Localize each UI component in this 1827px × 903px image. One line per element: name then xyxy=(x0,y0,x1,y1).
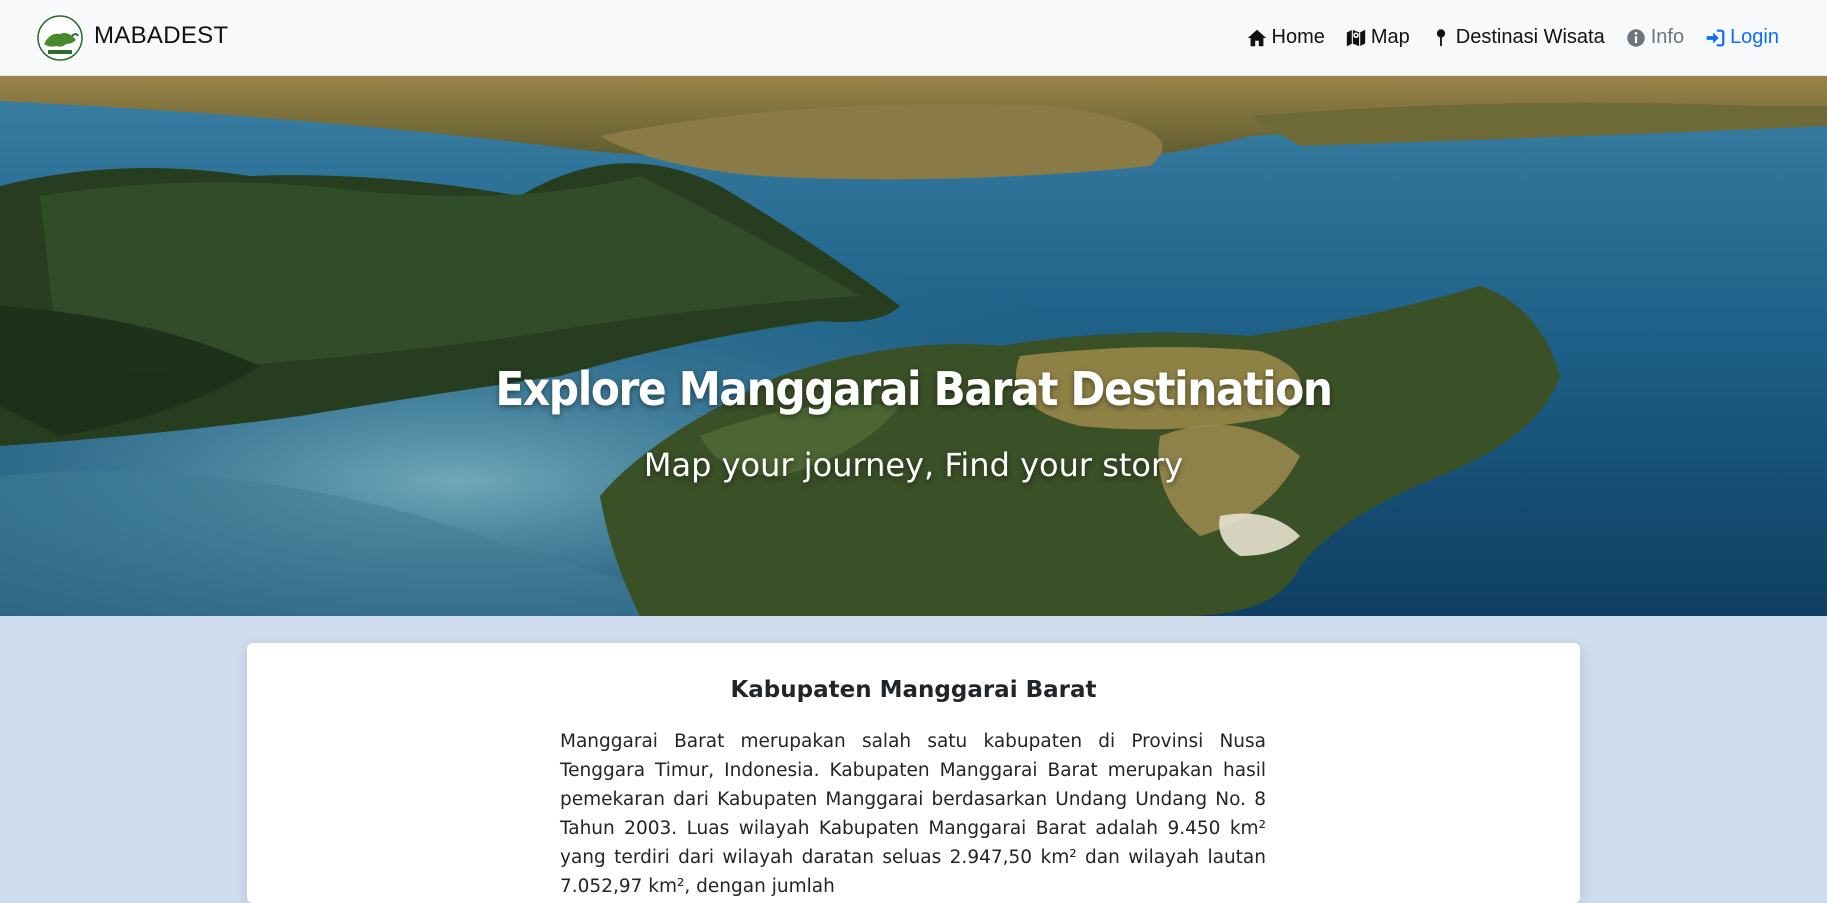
card-title: Kabupaten Manggarai Barat xyxy=(730,677,1097,703)
nav-destinasi-label: Destinasi Wisata xyxy=(1455,26,1605,48)
nav-map[interactable]: Map xyxy=(1345,26,1410,49)
hero-subtitle: Map your journey, Find your story xyxy=(643,446,1184,484)
map-pin-icon xyxy=(1436,28,1445,46)
brand-link[interactable]: MABADEST xyxy=(36,14,228,62)
map-icon xyxy=(1346,29,1366,46)
nav-destinasi[interactable]: Destinasi Wisata xyxy=(1430,26,1605,49)
home-icon xyxy=(1247,29,1266,46)
nav-links: Home Map Destinasi Wisata Info Login xyxy=(1246,26,1779,49)
hero-landscape-image xyxy=(0,76,1827,616)
info-card: Kabupaten Manggarai Barat Manggarai Bara… xyxy=(247,643,1580,903)
komodo-logo-icon xyxy=(37,14,83,61)
hero-banner: Explore Manggarai Barat Destination Map … xyxy=(0,76,1827,616)
brand-name: MABADEST xyxy=(94,21,229,49)
nav-home-label: Home xyxy=(1271,26,1325,48)
login-icon xyxy=(1706,29,1725,46)
nav-info[interactable]: Info xyxy=(1625,26,1684,49)
nav-map-label: Map xyxy=(1370,26,1410,48)
info-circle-icon xyxy=(1626,28,1645,47)
card-body-text: Manggarai Barat merupakan salah satu kab… xyxy=(560,731,1266,897)
nav-login[interactable]: Login xyxy=(1704,26,1779,49)
nav-home[interactable]: Home xyxy=(1246,26,1325,49)
hero-title: Explore Manggarai Barat Destination xyxy=(495,362,1333,416)
nav-login-label: Login xyxy=(1730,26,1779,48)
nav-info-label: Info xyxy=(1650,26,1685,48)
navbar: MABADEST Home Map Destinasi Wisata Info … xyxy=(0,0,1827,76)
